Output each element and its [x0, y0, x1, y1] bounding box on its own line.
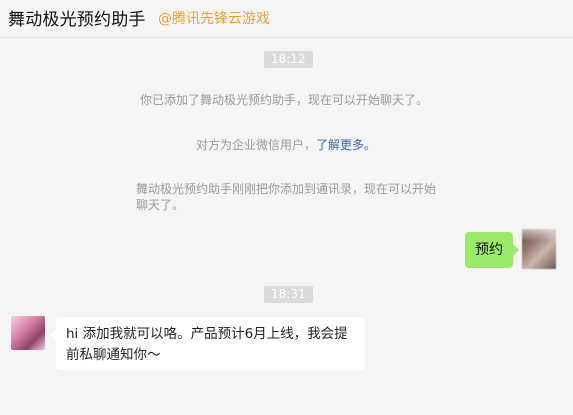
system-message-added: 你已添加了舞动极光预约助手，现在可以开始聊天了。 — [140, 93, 429, 107]
learn-more-link[interactable]: 了解更多。 — [316, 138, 376, 152]
org-tag[interactable]: @腾讯先锋云游戏 — [158, 8, 270, 28]
incoming-message-line2: 前私聊通知你～ — [66, 347, 161, 363]
system-message-line2: 聊天了。 — [136, 198, 185, 212]
system-message-contact-added: 舞动极光预约助手刚刚把你添加到通讯录，现在可以开始 聊天了。 — [136, 181, 436, 213]
system-message-line1: 舞动极光预约助手刚刚把你添加到通讯录，现在可以开始 — [136, 182, 437, 196]
system-message-enterprise: 对方为企业微信用户，了解更多。 — [196, 137, 376, 153]
chat-title: 舞动极光预约助手 — [8, 10, 146, 30]
incoming-message-bubble[interactable]: hi 添加我就可以咯。产品预计6月上线，我会提 前私聊通知你～ — [50, 317, 365, 370]
timestamp-1831: 18:31 — [264, 286, 313, 303]
contact-avatar[interactable] — [11, 316, 45, 350]
chat-header: 舞动极光预约助手 @腾讯先锋云游戏 — [0, 0, 573, 38]
self-avatar[interactable] — [522, 229, 556, 269]
timestamp-1812: 18:12 — [264, 51, 313, 68]
outgoing-message-bubble[interactable]: 预约 — [465, 232, 519, 268]
system-message-enterprise-text: 对方为企业微信用户， — [196, 138, 317, 152]
incoming-message-line1: hi 添加我就可以咯。产品预计6月上线，我会提 — [66, 326, 348, 342]
